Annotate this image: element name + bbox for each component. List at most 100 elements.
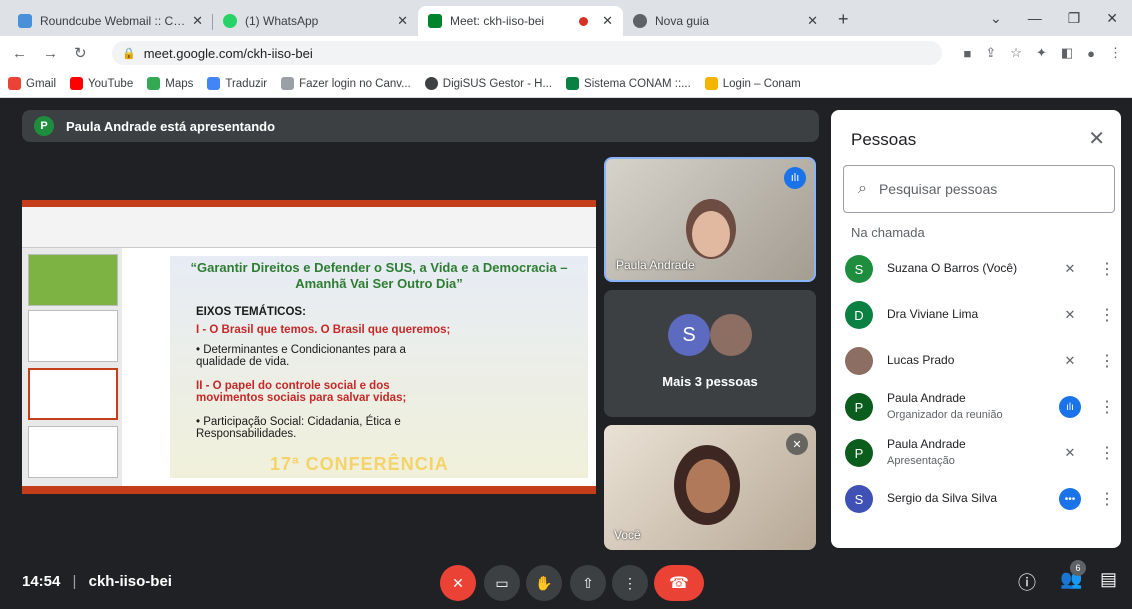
bookmark-youtube[interactable]: YouTube xyxy=(70,77,133,90)
participant-row[interactable]: P Paula Andrade Apresentação ✕ ⋮ xyxy=(845,430,1115,476)
minimize-icon[interactable]: — xyxy=(1028,10,1042,26)
more-options-icon[interactable]: ⋮ xyxy=(1099,489,1115,509)
youtube-icon xyxy=(70,77,84,90)
star-icon[interactable]: ☆ xyxy=(1010,45,1022,61)
bookmark-conam[interactable]: Sistema CONAM ::... xyxy=(566,77,691,90)
slide-conference: 17ª CONFERÊNCIA xyxy=(270,454,449,474)
more-dots-icon: ••• xyxy=(1059,488,1081,510)
participant-tile-more[interactable]: S Mais 3 pessoas xyxy=(604,290,816,417)
tab-new[interactable]: Nova guia ✕ xyxy=(623,6,828,36)
close-icon[interactable]: ✕ xyxy=(807,13,818,29)
bookmark-digisus[interactable]: DigiSUS Gestor - H... xyxy=(424,77,552,90)
bookmark-maps[interactable]: Maps xyxy=(147,77,193,90)
participant-name: Paula Andrade Organizador da reunião xyxy=(887,391,1003,421)
raise-hand-button[interactable]: ✋ xyxy=(526,565,562,601)
people-panel: Pessoas ✕ ⌕ Pesquisar pessoas Na chamada… xyxy=(831,110,1121,548)
tab-meet[interactable]: Meet: ckh-iiso-bei ✕ xyxy=(418,6,623,36)
tab-title: Nova guia xyxy=(655,14,710,28)
bookmark-gmail[interactable]: Gmail xyxy=(8,77,56,90)
tab-roundcube[interactable]: Roundcube Webmail :: Caixa de e ✕ xyxy=(8,6,213,36)
tab-title: (1) WhatsApp xyxy=(245,14,319,28)
more-options-icon[interactable]: ⋮ xyxy=(1099,351,1115,371)
close-icon[interactable]: ✕ xyxy=(192,13,203,29)
avatar: S xyxy=(845,485,873,513)
globe-icon xyxy=(424,77,438,90)
conam-icon xyxy=(566,77,580,90)
recording-icon xyxy=(579,16,589,26)
end-call-button[interactable]: ☎ xyxy=(654,565,704,601)
mic-off-icon: ✕ xyxy=(1064,307,1076,322)
toolbar-icons: ■ ⇪ ☆ ✦ ◧ ● ⋮ xyxy=(964,36,1122,70)
participant-video xyxy=(686,459,730,513)
lock-icon: 🔒 xyxy=(122,47,136,60)
participant-name: Paula Andrade Apresentação xyxy=(887,437,966,467)
slide-thumbnail xyxy=(28,310,118,362)
search-icon: ⌕ xyxy=(858,180,867,197)
close-icon[interactable]: ✕ xyxy=(1088,126,1105,151)
participant-name: Lucas Prado xyxy=(887,353,955,368)
mic-off-icon: ✕ xyxy=(1064,353,1076,368)
url-text: meet.google.com/ckh-iiso-bei xyxy=(143,45,313,61)
chevron-down-icon[interactable]: ⌄ xyxy=(990,10,1002,27)
mic-off-icon: ✕ xyxy=(786,433,808,455)
extensions-icon[interactable]: ✦ xyxy=(1036,45,1047,61)
tab-whatsapp[interactable]: (1) WhatsApp ✕ xyxy=(213,6,418,36)
participant-row[interactable]: S Suzana O Barros (Você) ✕ ⋮ xyxy=(845,246,1115,292)
slide-thumbnail xyxy=(28,426,118,478)
slide-thumbnail xyxy=(28,254,118,306)
new-tab-button[interactable]: + xyxy=(838,9,849,30)
menu-dots-icon[interactable]: ⋮ xyxy=(1109,45,1122,61)
forward-icon[interactable]: → xyxy=(43,45,58,62)
participant-role: Organizador da reunião xyxy=(887,409,1003,421)
bookmark-login-conam[interactable]: Login – Conam xyxy=(704,77,801,90)
participant-row[interactable]: S Sergio da Silva Silva ••• ⋮ xyxy=(845,476,1115,522)
participant-row[interactable]: P Paula Andrade Organizador da reunião ıl… xyxy=(845,384,1115,430)
more-options-icon[interactable]: ⋮ xyxy=(1099,259,1115,279)
search-input[interactable]: ⌕ Pesquisar pessoas xyxy=(843,165,1115,213)
more-options-icon[interactable]: ⋮ xyxy=(1099,305,1115,325)
bookmark-traduzir[interactable]: Traduzir xyxy=(207,77,267,90)
profile-icon[interactable]: ● xyxy=(1087,46,1095,61)
more-options-button[interactable]: ⋮ xyxy=(612,565,648,601)
mic-off-button[interactable]: ✕ xyxy=(440,565,476,601)
restore-icon[interactable]: ❐ xyxy=(1068,10,1081,27)
people-count-badge: 6 xyxy=(1070,560,1086,576)
camera-icon[interactable]: ■ xyxy=(964,46,972,61)
audio-muted-icon: ✕ xyxy=(1064,445,1076,460)
sidepanel-icon[interactable]: ◧ xyxy=(1061,45,1073,61)
close-icon[interactable]: ✕ xyxy=(397,13,408,29)
participant-role: Apresentação xyxy=(887,455,955,467)
tab-title: Roundcube Webmail :: Caixa de e xyxy=(40,14,186,28)
more-options-icon[interactable]: ⋮ xyxy=(1099,397,1115,417)
chrome-icon xyxy=(633,14,647,28)
more-options-icon[interactable]: ⋮ xyxy=(1099,443,1115,463)
slide-item-i: I - O Brasil que temos. O Brasil que que… xyxy=(196,324,451,336)
participant-tile-paula[interactable]: ılı Paula Andrade xyxy=(604,157,816,282)
chat-icon[interactable]: ▤ xyxy=(1100,569,1117,590)
translate-icon xyxy=(207,77,221,90)
back-icon[interactable]: ← xyxy=(12,45,27,62)
slide-title: “Garantir Direitos e Defender o SUS, a V… xyxy=(190,260,568,292)
info-icon[interactable]: ⓘ xyxy=(1018,569,1036,595)
slide-bullet-1: • Determinantes e Condicionantes para a … xyxy=(196,344,406,368)
participant-name: Dra Viviane Lima xyxy=(887,307,979,322)
participant-tile-you[interactable]: ✕ Você xyxy=(604,425,816,550)
avatar: P xyxy=(34,116,54,136)
participant-video xyxy=(692,211,730,257)
avatar xyxy=(710,314,752,356)
gmail-icon xyxy=(8,77,21,90)
close-icon[interactable]: ✕ xyxy=(602,13,613,29)
present-button[interactable]: ⇧ xyxy=(570,565,606,601)
camera-button[interactable]: ▭ xyxy=(484,565,520,601)
share-icon[interactable]: ⇪ xyxy=(985,45,996,61)
participant-row[interactable]: D Dra Viviane Lima ✕ ⋮ xyxy=(845,292,1115,338)
canva-icon xyxy=(281,77,295,90)
bookmark-canva[interactable]: Fazer login no Canv... xyxy=(281,77,411,90)
close-window-icon[interactable]: ✕ xyxy=(1106,10,1118,27)
participant-name: Paula Andrade xyxy=(616,258,695,272)
presenting-banner: P Paula Andrade está apresentando xyxy=(22,110,819,142)
reload-icon[interactable]: ↻ xyxy=(74,44,87,62)
search-placeholder: Pesquisar pessoas xyxy=(878,181,998,197)
address-bar[interactable]: 🔒 meet.google.com/ckh-iiso-bei xyxy=(112,41,942,65)
participant-row[interactable]: Lucas Prado ✕ ⋮ xyxy=(845,338,1115,384)
